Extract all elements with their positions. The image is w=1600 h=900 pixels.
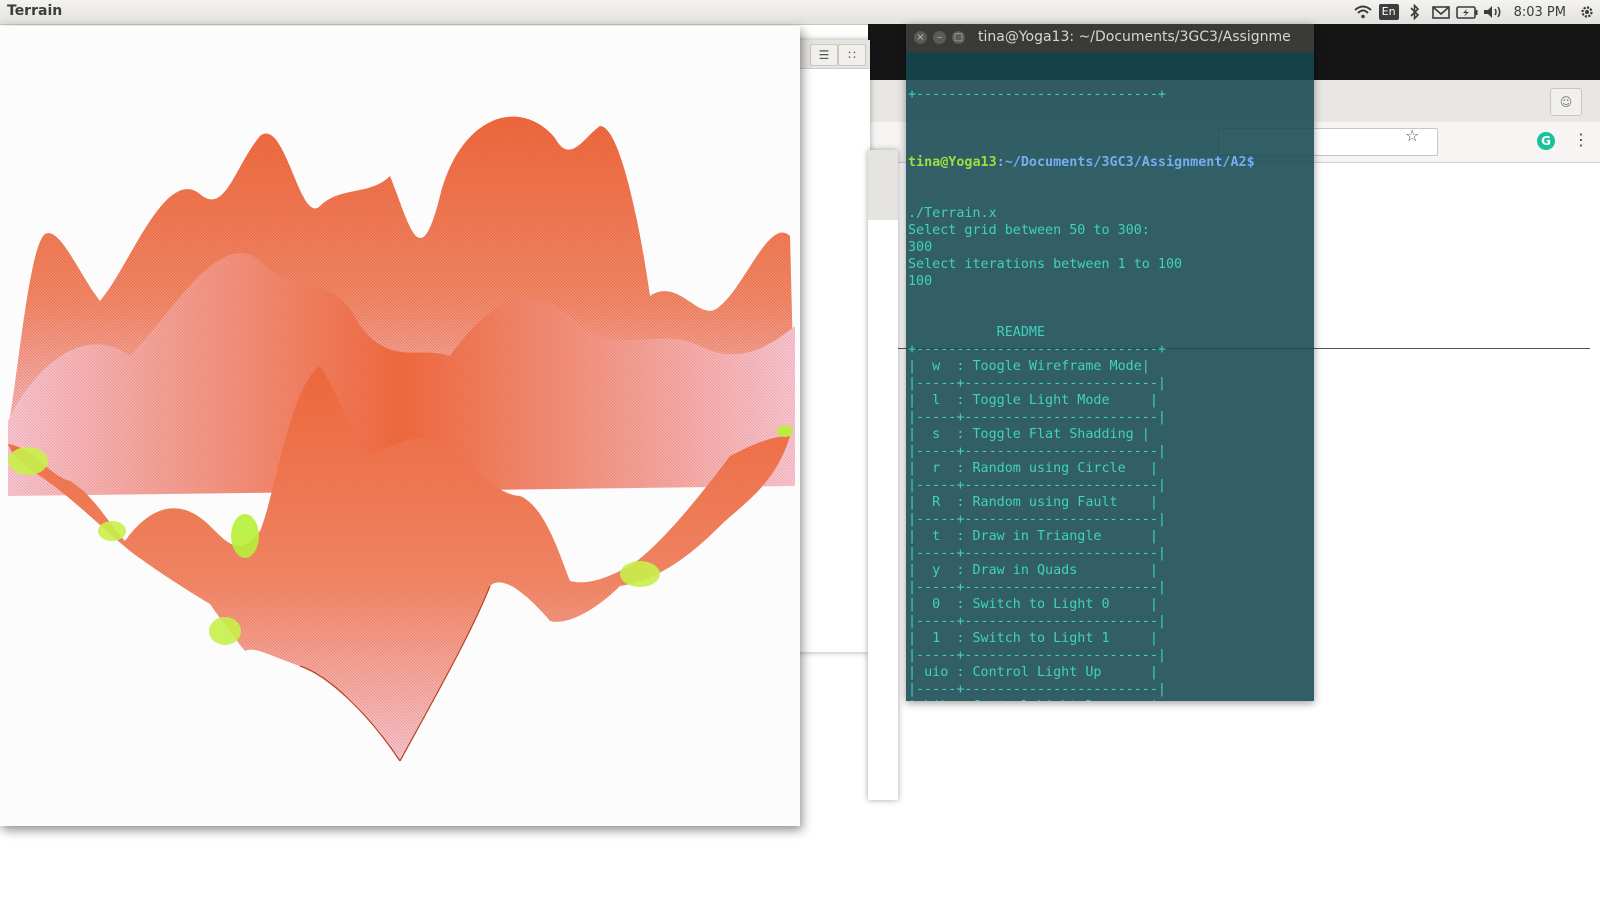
terminal-line: | hjk : Control Light Down | <box>908 698 1312 701</box>
prompt-user: tina@Yoga13 <box>908 155 997 170</box>
terminal-line: |-----+------------------------| <box>908 444 1166 459</box>
terminal-line: |-----+------------------------| <box>908 580 1166 595</box>
terminal-line: | w : Toogle Wireframe Mode| <box>908 359 1150 374</box>
bookmark-star-icon[interactable]: ☆ <box>1405 126 1419 145</box>
terminal-line: README <box>908 325 1046 340</box>
terminal-line: | y : Draw in Quads | <box>908 563 1158 578</box>
bluetooth-icon[interactable] <box>1402 0 1428 24</box>
keyboard-layout-indicator[interactable]: En <box>1376 0 1402 24</box>
terrain-low-patch <box>8 447 48 475</box>
terminal-line: ./Terrain.x <box>908 206 997 221</box>
terminal-titlebar[interactable]: × – □ tina@Yoga13: ~/Documents/3GC3/Assi… <box>906 24 1314 52</box>
terminal-line: 300 <box>908 240 933 255</box>
terminal-line: Select iterations between 1 to 100 <box>908 257 1183 272</box>
clock[interactable]: 8:03 PM <box>1506 5 1574 20</box>
prompt-path: :~/Documents/3GC3/Assignment/A2$ <box>996 155 1255 170</box>
terminal-line: | l : Toggle Light Mode | <box>908 393 1158 408</box>
grammarly-extension-icon[interactable]: G <box>1537 132 1555 150</box>
terminal-output[interactable]: +------------------------------+ tina@Yo… <box>908 52 1312 701</box>
terminal-line: | 0 : Switch to Light 0 | <box>908 597 1158 612</box>
settings-gear-icon[interactable] <box>1574 0 1600 24</box>
battery-icon[interactable] <box>1454 0 1480 24</box>
terminal-line: |-----+------------------------| <box>908 410 1166 425</box>
terminal-line: | uio : Control Light Up | <box>908 665 1158 680</box>
terminal-line: |-----+------------------------| <box>908 546 1166 561</box>
mail-icon[interactable] <box>1428 0 1454 24</box>
terminal-prompt-line: tina@Yoga13:~/Documents/3GC3/Assignment/… <box>908 154 1312 171</box>
terminal-line: |-----+------------------------| <box>908 648 1166 663</box>
keyboard-layout-label: En <box>1378 4 1399 20</box>
terrain-canvas[interactable] <box>0 26 800 826</box>
terminal-line: Select grid between 50 to 300: <box>908 223 1150 238</box>
terrain-low-patch <box>98 521 126 541</box>
terrain-low-patch <box>209 617 241 645</box>
terminal-line: | t : Draw in Triangle | <box>908 529 1158 544</box>
terminal-line: |-----+------------------------| <box>908 512 1166 527</box>
terrain-render-window[interactable] <box>0 26 800 826</box>
list-view-icon[interactable]: ☰ <box>810 44 838 66</box>
grid-view-icon[interactable]: ∷ <box>838 44 866 66</box>
terminal-window[interactable]: × – □ tina@Yoga13: ~/Documents/3GC3/Assi… <box>906 24 1314 701</box>
background-window-secondary-header <box>868 150 898 220</box>
volume-icon[interactable] <box>1480 0 1506 24</box>
system-tray: En 8:03 PM <box>1350 0 1600 24</box>
terminal-line: |-----+------------------------| <box>908 614 1166 629</box>
minimize-window-icon[interactable]: – <box>933 31 946 44</box>
terminal-line: | r : Random using Circle | <box>908 461 1158 476</box>
terminal-title: tina@Yoga13: ~/Documents/3GC3/Assignme <box>978 29 1291 45</box>
terminal-line: | R : Random using Fault | <box>908 495 1158 510</box>
terminal-line: +------------------------------+ <box>908 342 1166 357</box>
terminal-line: 100 <box>908 274 933 289</box>
wifi-icon[interactable] <box>1350 0 1376 24</box>
terrain-low-patch <box>620 561 660 587</box>
terminal-line: |-----+------------------------| <box>908 376 1166 391</box>
background-window-secondary[interactable] <box>868 150 898 800</box>
terrain-low-patch <box>777 425 793 437</box>
terminal-line: | 1 : Switch to Light 1 | <box>908 631 1158 646</box>
close-window-icon[interactable]: × <box>914 31 927 44</box>
terminal-line: |-----+------------------------| <box>908 478 1166 493</box>
browser-menu-icon[interactable]: ⋮ <box>1573 130 1589 149</box>
terrain-low-patch <box>231 514 259 558</box>
top-panel: Terrain En 8:03 PM <box>0 0 1600 25</box>
maximize-window-icon[interactable]: □ <box>952 31 965 44</box>
profile-button[interactable]: ☺ <box>1550 88 1582 116</box>
terminal-line: +------------------------------+ <box>908 87 1166 102</box>
terminal-line: |-----+------------------------| <box>908 682 1166 697</box>
terminal-line: | s : Toggle Flat Shadding | <box>908 427 1150 442</box>
active-app-title: Terrain <box>7 3 63 19</box>
